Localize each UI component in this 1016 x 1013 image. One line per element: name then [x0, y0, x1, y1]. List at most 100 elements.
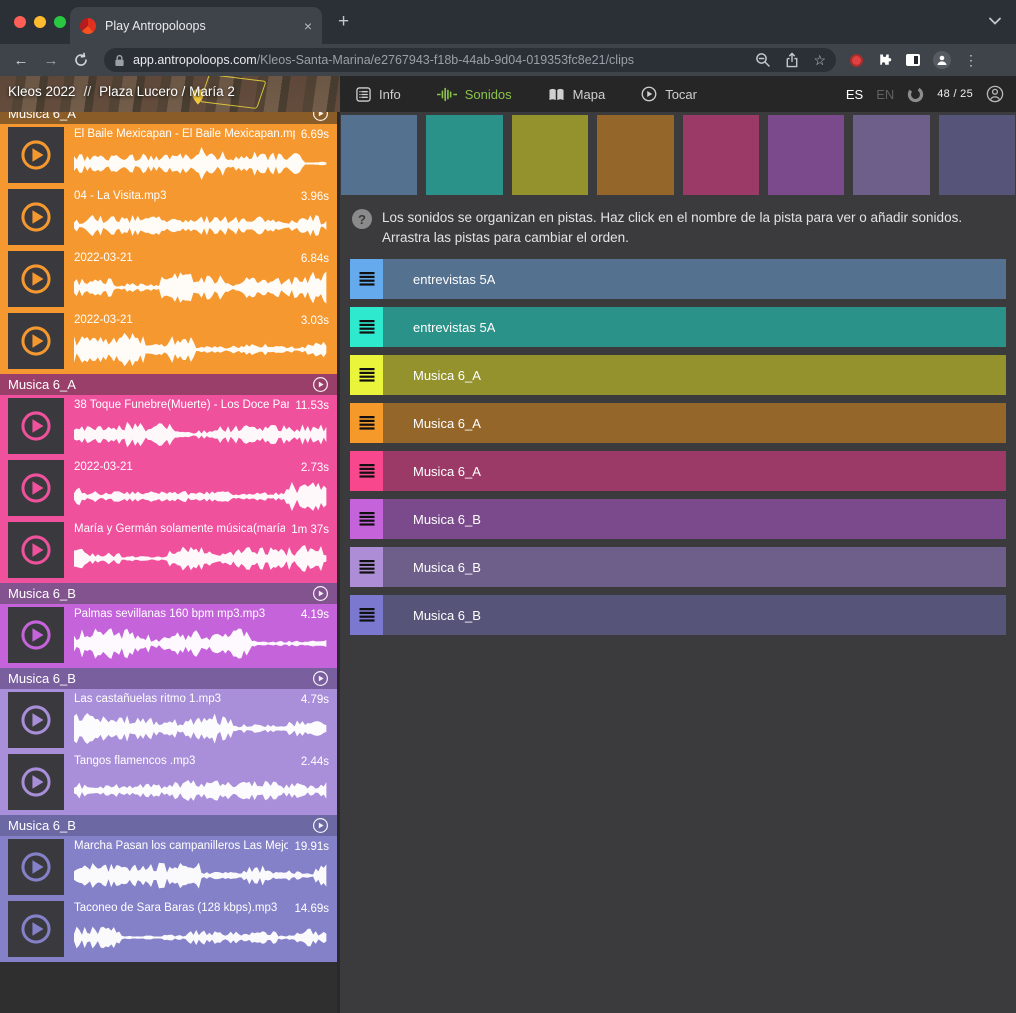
section-header[interactable]: Musica 6_B [0, 668, 337, 689]
track-drag-handle[interactable] [350, 259, 383, 299]
track-row[interactable]: Musica 6_A [350, 451, 1006, 491]
section-header[interactable]: Musica 6_B [0, 815, 337, 836]
track-drag-handle[interactable] [350, 355, 383, 395]
track-list: entrevistas 5A entrevistas 5A Musica 6_A Mu… [340, 253, 1016, 643]
tab-search-chevron-icon[interactable] [988, 16, 1002, 26]
track-swatch[interactable] [341, 115, 417, 195]
browser-toolbar: ← → app.antropoloops.com/Kleos-Santa-Mar… [0, 44, 1016, 76]
browser-tab[interactable]: Play Antropoloops × [70, 7, 322, 44]
drag-handle-icon [359, 560, 375, 574]
reload-button[interactable] [68, 52, 94, 68]
section-play-icon[interactable] [312, 817, 329, 834]
clip-play-button[interactable] [8, 754, 64, 810]
profile-avatar[interactable] [933, 51, 951, 69]
nav-item-sonidos[interactable]: Sonidos [437, 87, 512, 102]
track-body[interactable]: Musica 6_A [383, 451, 1006, 491]
track-drag-handle[interactable] [350, 307, 383, 347]
browser-menu-kebab-icon[interactable]: ⋮ [964, 52, 978, 69]
track-drag-handle[interactable] [350, 547, 383, 587]
section-header[interactable]: Musica 6_B [0, 583, 337, 604]
track-drag-handle[interactable] [350, 499, 383, 539]
clip-play-button[interactable] [8, 522, 64, 578]
track-row[interactable]: Musica 6_A [350, 403, 1006, 443]
track-drag-handle[interactable] [350, 403, 383, 443]
track-row[interactable]: entrevistas 5A [350, 307, 1006, 347]
section-play-icon[interactable] [312, 112, 329, 122]
track-body[interactable]: entrevistas 5A [383, 307, 1006, 347]
section-play-icon[interactable] [312, 670, 329, 687]
waveform-image [74, 206, 329, 245]
track-color-swatches [340, 112, 1016, 195]
clip-play-button[interactable] [8, 901, 64, 957]
track-body[interactable]: Musica 6_B [383, 499, 1006, 539]
breadcrumb-project[interactable]: Kleos 2022 [8, 84, 76, 99]
waveform-image [74, 709, 329, 748]
close-window-button[interactable] [14, 16, 26, 28]
clip-play-button[interactable] [8, 313, 64, 369]
track-drag-handle[interactable] [350, 595, 383, 635]
tab-close-icon[interactable]: × [304, 18, 312, 34]
track-body[interactable]: Musica 6_B [383, 547, 1006, 587]
language-en[interactable]: EN [876, 87, 894, 102]
section-play-icon[interactable] [312, 585, 329, 602]
track-body[interactable]: Musica 6_A [383, 355, 1006, 395]
track-row[interactable]: Musica 6_B [350, 595, 1006, 635]
extensions-puzzle-icon[interactable] [876, 52, 893, 69]
nav-item-info[interactable]: Info [356, 87, 401, 102]
track-swatch[interactable] [512, 115, 588, 195]
clip-play-button[interactable] [8, 189, 64, 245]
new-tab-button[interactable]: + [338, 12, 349, 32]
track-row[interactable]: Musica 6_B [350, 499, 1006, 539]
track-swatch[interactable] [768, 115, 844, 195]
url-bar[interactable]: app.antropoloops.com/Kleos-Santa-Marina/… [104, 48, 836, 72]
section-clips: Las castañuelas ritmo 1.mp34.79sTangos f… [0, 689, 337, 815]
side-panel-icon[interactable] [906, 54, 920, 66]
back-button[interactable]: ← [8, 52, 34, 69]
track-body[interactable]: Musica 6_A [383, 403, 1006, 443]
window-controls[interactable] [14, 16, 66, 28]
minimize-window-button[interactable] [34, 16, 46, 28]
drag-handle-icon [359, 416, 375, 430]
play-icon [17, 848, 55, 886]
fullscreen-window-button[interactable] [54, 16, 66, 28]
track-body[interactable]: entrevistas 5A [383, 259, 1006, 299]
clip-row: Las castañuelas ritmo 1.mp34.79s [0, 689, 337, 751]
play-icon [17, 531, 55, 569]
forward-button[interactable]: → [38, 52, 64, 69]
language-es[interactable]: ES [846, 87, 863, 102]
track-swatch[interactable] [683, 115, 759, 195]
nav-item-tocar[interactable]: Tocar [641, 86, 697, 102]
share-icon[interactable] [785, 52, 799, 68]
clip-name: El Baile Mexicapan - El Baile Mexicapan.… [74, 128, 295, 140]
section-play-icon[interactable] [312, 376, 329, 393]
clip-play-button[interactable] [8, 839, 64, 895]
track-row[interactable]: Musica 6_A [350, 355, 1006, 395]
section-header[interactable]: Musica 6_A [0, 374, 337, 395]
breadcrumb-scene[interactable]: Plaza Lucero / María 2 [99, 84, 235, 99]
clip-duration: 14.69s [294, 902, 329, 917]
clip-play-button[interactable] [8, 607, 64, 663]
nav-label-info: Info [379, 87, 401, 102]
track-swatch[interactable] [597, 115, 673, 195]
clip-play-button[interactable] [8, 692, 64, 748]
track-swatch[interactable] [939, 115, 1015, 195]
track-swatch[interactable] [426, 115, 502, 195]
track-swatch[interactable] [853, 115, 929, 195]
track-row[interactable]: Musica 6_B [350, 547, 1006, 587]
track-body[interactable]: Musica 6_B [383, 595, 1006, 635]
track-row[interactable]: entrevistas 5A [350, 259, 1006, 299]
nav-item-mapa[interactable]: Mapa [548, 87, 606, 102]
track-name: Musica 6_A [383, 464, 481, 479]
clip-play-button[interactable] [8, 460, 64, 516]
section-header[interactable]: Musica 6_A [0, 112, 337, 124]
clip-play-button[interactable] [8, 398, 64, 454]
account-icon[interactable] [986, 85, 1004, 103]
screen-record-extension-icon[interactable] [850, 54, 863, 67]
clip-play-button[interactable] [8, 251, 64, 307]
clip-play-button[interactable] [8, 127, 64, 183]
map-thumbnail[interactable]: Kleos 2022 // Plaza Lucero / María 2 [0, 76, 340, 112]
zoom-out-icon[interactable] [755, 52, 771, 68]
track-drag-handle[interactable] [350, 451, 383, 491]
url-text: app.antropoloops.com/Kleos-Santa-Marina/… [133, 53, 745, 67]
bookmark-star-icon[interactable]: ☆ [813, 52, 826, 69]
